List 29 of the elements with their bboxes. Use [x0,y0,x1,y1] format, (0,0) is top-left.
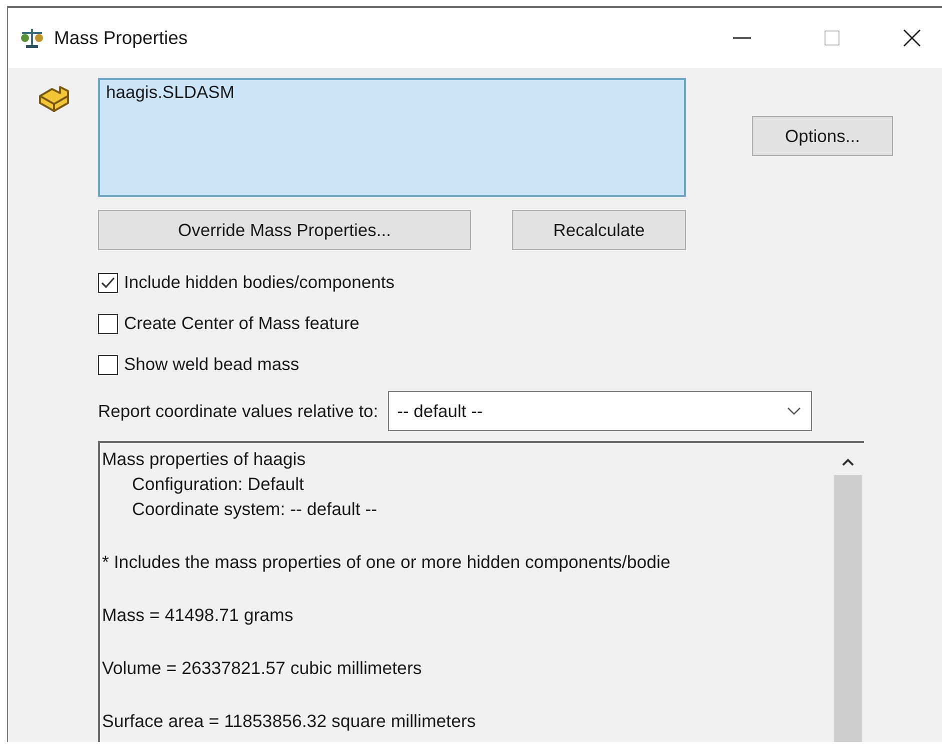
maximize-icon [822,28,842,48]
checkbox-label: Show weld bead mass [124,354,300,375]
coordinate-label: Report coordinate values relative to: [98,400,378,422]
minimize-icon [732,37,752,39]
options-button[interactable]: Options... [752,116,893,156]
scroll-up-icon[interactable] [841,457,855,467]
report-line: Volume = 26337821.57 cubic millimeters [102,657,423,680]
coordinate-dropdown[interactable]: -- default -- [388,391,812,431]
report-line: Mass = 41498.71 grams [102,604,294,627]
selection-item[interactable]: haagis.SLDASM [106,82,678,103]
report-line: * Includes the mass properties of one or more hidden components/bodie [102,551,672,574]
report-line: Configuration: Default [131,473,305,496]
check-icon [100,274,116,290]
scale-icon [20,26,44,50]
checkbox[interactable] [98,354,118,374]
window-title: Mass Properties [54,27,188,49]
report-line: Surface area = 11853856.32 square millimeters [102,710,477,733]
recalculate-button[interactable]: Recalculate [512,210,686,250]
selection-list[interactable]: haagis.SLDASM [98,78,686,197]
scrollbar-thumb[interactable] [834,475,862,742]
close-icon [902,28,922,48]
checkbox[interactable] [98,272,118,292]
checkbox-label: Create Center of Mass feature [124,313,360,334]
override-button[interactable]: Override Mass Properties... [98,210,471,250]
checkbox-label: Include hidden bodies/components [124,272,394,293]
chevron-down-icon [787,406,802,416]
report-line: Coordinate system: -- default -- [131,498,378,521]
checkbox[interactable] [98,314,118,334]
report-line: Mass properties of haagis [102,448,307,471]
